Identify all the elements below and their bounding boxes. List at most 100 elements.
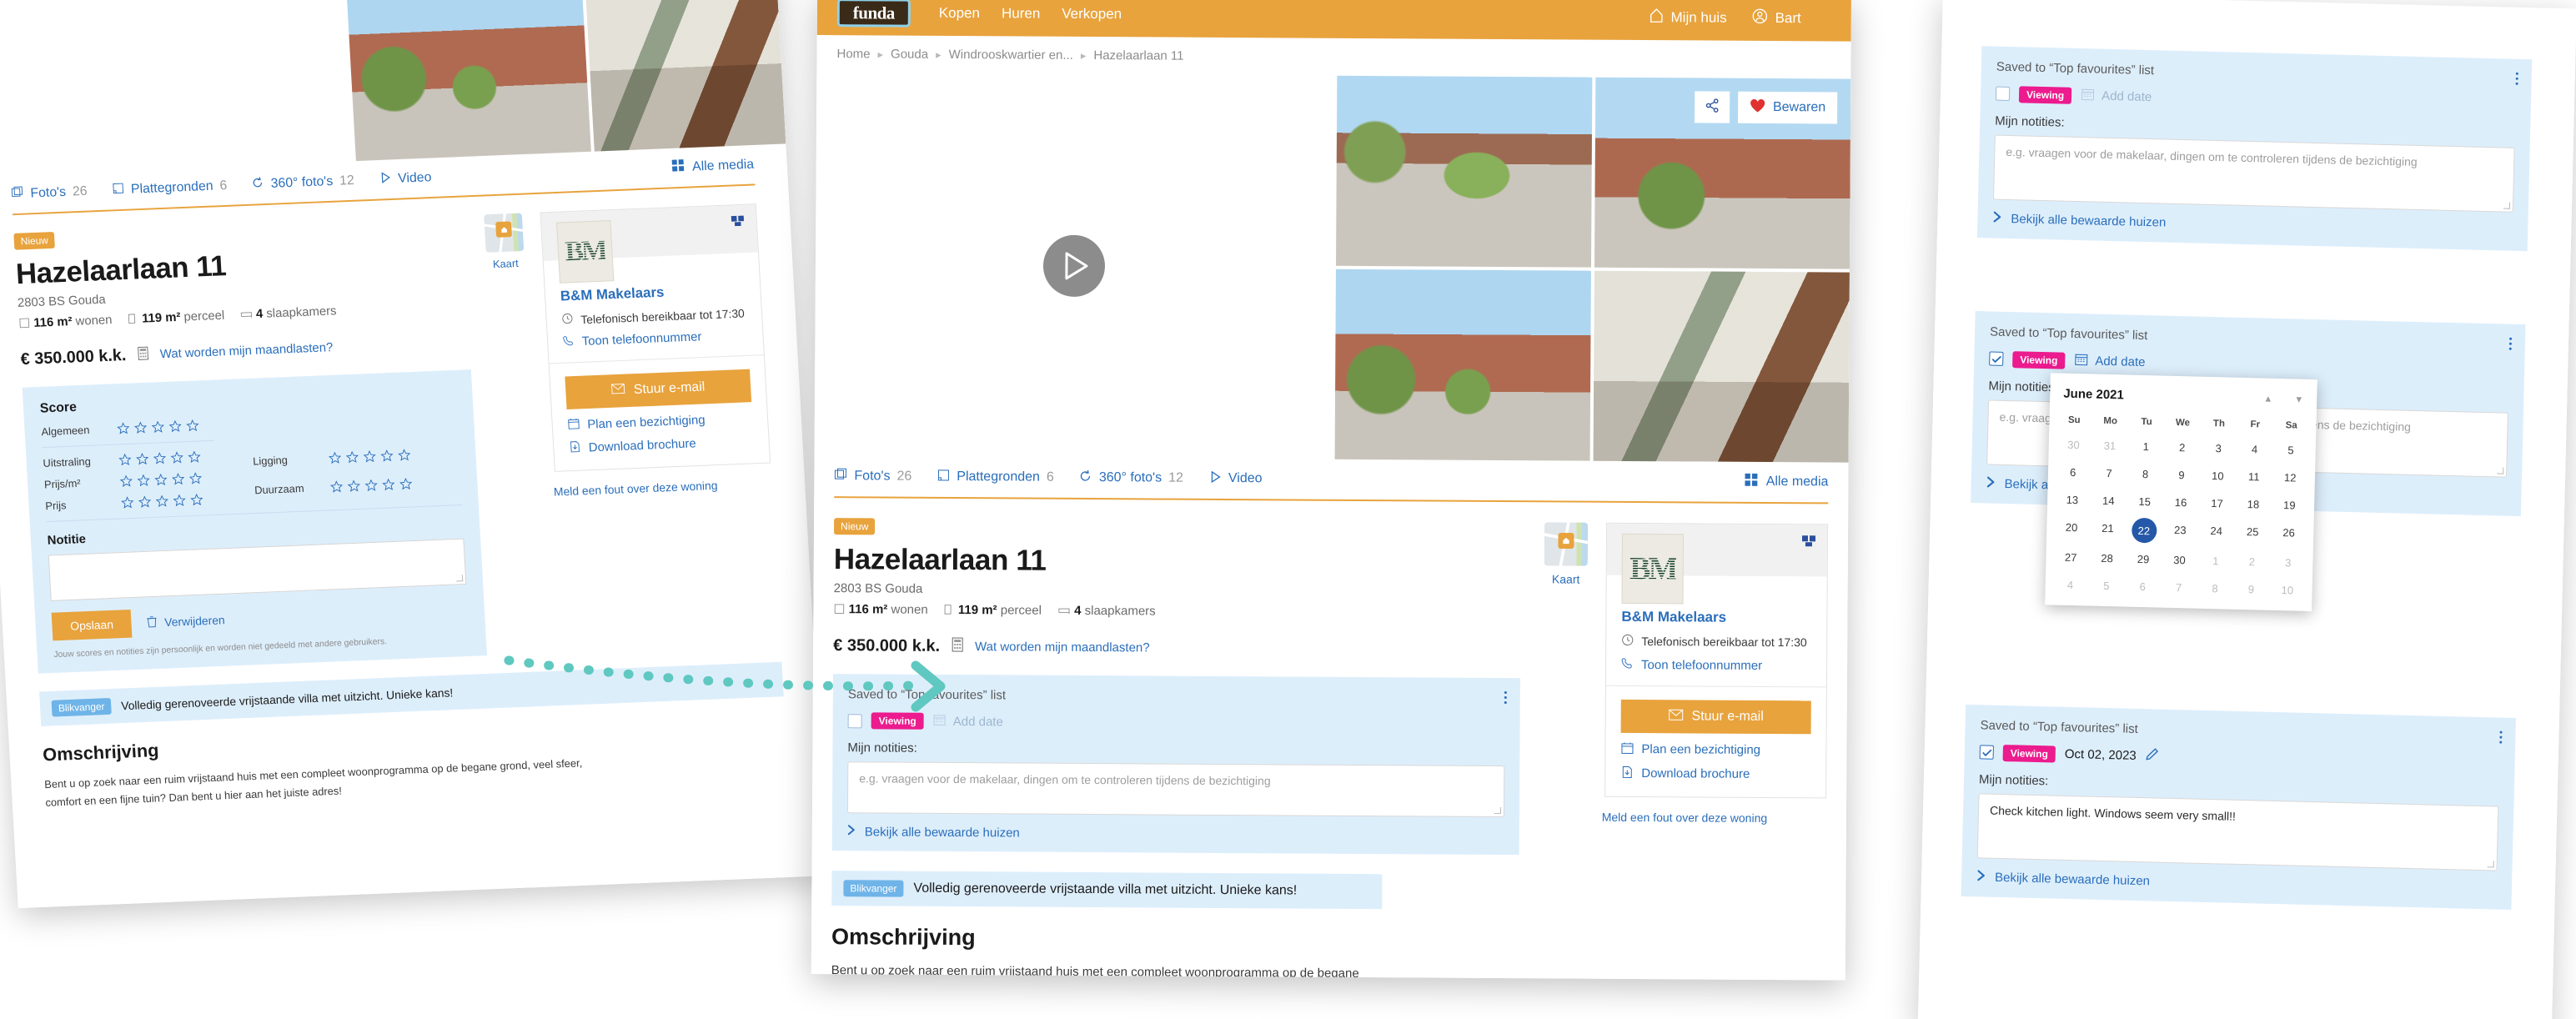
score-row-prijs[interactable]: Prijs: [45, 493, 218, 512]
kebab-menu-icon[interactable]: [2508, 337, 2513, 353]
notes-textarea[interactable]: e.g. vraagen voor de makelaar, dingen om…: [846, 761, 1505, 818]
view-all-saved-link[interactable]: Bekijk alle bewaarde huizen: [1976, 869, 2497, 897]
gallery-photo-street[interactable]: [345, 0, 591, 162]
save-score-button[interactable]: Opslaan: [51, 609, 133, 641]
gallery-photo-main[interactable]: [815, 73, 1334, 459]
star-rating[interactable]: [118, 450, 201, 466]
download-brochure-link[interactable]: Download brochure: [1620, 766, 1810, 782]
calendar-day[interactable]: 29: [2125, 545, 2162, 574]
nav-verkopen[interactable]: Verkopen: [1062, 6, 1122, 23]
tab-360[interactable]: 360° foto's 12: [1079, 469, 1183, 487]
tab-photos[interactable]: Foto's 26: [834, 468, 911, 486]
agent-phone[interactable]: Toon telefoonnummer: [563, 328, 749, 349]
calendar-day[interactable]: 8: [2127, 460, 2163, 489]
mortgage-link[interactable]: Wat worden mijn maandlasten?: [975, 640, 1150, 655]
add-date-button[interactable]: Add date: [2081, 87, 2152, 106]
notes-textarea[interactable]: e.g. vraagen voor de makelaar, dingen om…: [1992, 134, 2515, 213]
calendar-day[interactable]: 2: [2164, 434, 2201, 462]
add-date-button[interactable]: Add date: [2074, 352, 2146, 371]
share-button[interactable]: [1694, 91, 1730, 123]
tab-video[interactable]: Video: [1208, 469, 1263, 487]
kebab-menu-icon[interactable]: [2515, 72, 2518, 88]
calendar-day[interactable]: 14: [2090, 487, 2127, 515]
calendar-day[interactable]: 26: [2270, 519, 2307, 550]
date-picker-popover[interactable]: June 2021 ▲ ▼ Su Mo Tu We Th Fr Sa 30 31 1…: [2045, 373, 2317, 612]
agent-phone[interactable]: Toon telefoonnummer: [1621, 657, 1811, 673]
calendar-day[interactable]: 7: [2091, 459, 2127, 488]
calendar-day[interactable]: 4: [2051, 570, 2088, 599]
calendar-day[interactable]: 10: [2199, 462, 2236, 490]
plan-viewing-link[interactable]: Plan een bezichtiging: [1620, 741, 1810, 758]
view-all-saved-link[interactable]: Bekijk alle bewaarde huizen: [1992, 211, 2513, 239]
nav-kopen[interactable]: Kopen: [939, 5, 980, 22]
star-rating[interactable]: [119, 472, 203, 488]
nav-user[interactable]: Bart: [1752, 8, 1801, 28]
calendar-day[interactable]: 2: [2233, 548, 2270, 576]
viewing-checkbox[interactable]: [1995, 86, 2011, 101]
calendar-day[interactable]: 30: [2055, 430, 2091, 459]
nav-huren[interactable]: Huren: [1002, 5, 1040, 22]
send-email-button[interactable]: Stuur e-mail: [565, 369, 752, 410]
calendar-day[interactable]: 1: [2197, 547, 2234, 575]
all-media-button[interactable]: Alle media: [671, 156, 755, 177]
breadcrumb-home[interactable]: Home: [836, 47, 870, 61]
pencil-icon[interactable]: [2145, 747, 2159, 765]
gallery-photo-living[interactable]: [584, 0, 786, 152]
calendar-day[interactable]: 25: [2234, 518, 2271, 549]
calendar-day[interactable]: 23: [2162, 516, 2198, 547]
calendar-day[interactable]: 8: [2197, 575, 2233, 603]
calendar-day[interactable]: 28: [2089, 544, 2126, 572]
calendar-day[interactable]: 10: [2269, 576, 2306, 605]
calendar-day[interactable]: 21: [2089, 514, 2126, 545]
save-listing-button[interactable]: Bewaren: [1737, 91, 1838, 124]
calendar-day[interactable]: 5: [2088, 571, 2125, 600]
tab-floorplans[interactable]: Plattegronden 6: [936, 468, 1054, 486]
download-brochure-link[interactable]: Download brochure: [569, 434, 755, 456]
tab-video[interactable]: Video: [379, 169, 432, 188]
calendar-day[interactable]: 13: [2054, 485, 2091, 514]
gallery-photo-path[interactable]: [1335, 75, 1593, 268]
nav-mijn-huis[interactable]: Mijn huis: [1649, 8, 1727, 28]
calendar-day[interactable]: 24: [2198, 517, 2235, 548]
calendar-day[interactable]: 11: [2236, 463, 2272, 491]
viewing-checkbox[interactable]: [1979, 745, 1994, 760]
score-row-duurzaam[interactable]: Duurzaam: [254, 475, 461, 496]
calendar-day[interactable]: 17: [2198, 489, 2235, 518]
agent-name[interactable]: B&M Makelaars: [560, 281, 746, 305]
breadcrumb-gouda[interactable]: Gouda: [891, 48, 928, 62]
calendar-day-selected[interactable]: 22: [2126, 515, 2162, 546]
calendar-day[interactable]: 6: [2124, 573, 2161, 601]
score-row-prijs-m2[interactable]: Prijs/m²: [44, 471, 217, 491]
map-label[interactable]: Kaart: [486, 257, 525, 271]
notitie-textarea[interactable]: [48, 538, 467, 601]
star-rating[interactable]: [117, 419, 199, 435]
play-icon[interactable]: [1042, 234, 1106, 298]
photo-gallery[interactable]: Bewaren: [815, 73, 1851, 463]
mortgage-link[interactable]: Wat worden mijn maandlasten?: [159, 340, 333, 361]
calendar-day[interactable]: 16: [2162, 489, 2199, 517]
breadcrumb-district[interactable]: Windrooskwartier en...: [949, 48, 1073, 63]
tab-photos[interactable]: Foto's 26: [11, 183, 88, 202]
caret-up-icon[interactable]: ▲: [2263, 394, 2272, 404]
calendar-day[interactable]: 6: [2055, 458, 2091, 486]
report-error-link[interactable]: Meld een fout over deze woning: [500, 476, 772, 500]
calendar-day[interactable]: 31: [2091, 432, 2128, 460]
map-label[interactable]: Kaart: [1544, 572, 1588, 585]
gallery-photo-living[interactable]: [1593, 270, 1850, 463]
calendar-day[interactable]: 9: [2232, 575, 2269, 604]
notes-textarea[interactable]: Check kitchen light. Windows seem very s…: [1976, 793, 2499, 871]
calendar-day[interactable]: 3: [2270, 549, 2307, 577]
calendar-day[interactable]: 20: [2053, 513, 2090, 544]
calendar-day[interactable]: 4: [2236, 435, 2272, 464]
gallery-photo-street[interactable]: [1334, 269, 1591, 461]
tab-floorplans[interactable]: Plattegronden 6: [112, 178, 228, 198]
report-error-link[interactable]: Meld een fout over deze woning: [1543, 810, 1826, 825]
gallery-photo-main[interactable]: [0, 0, 353, 176]
calendar-day[interactable]: 7: [2161, 574, 2197, 602]
star-rating[interactable]: [329, 477, 413, 494]
map-thumbnail[interactable]: [484, 213, 525, 253]
tab-360[interactable]: 360° foto's 12: [251, 173, 354, 193]
star-rating[interactable]: [328, 449, 411, 464]
agent-name[interactable]: B&M Makelaars: [1621, 609, 1811, 626]
star-rating[interactable]: [121, 493, 203, 509]
